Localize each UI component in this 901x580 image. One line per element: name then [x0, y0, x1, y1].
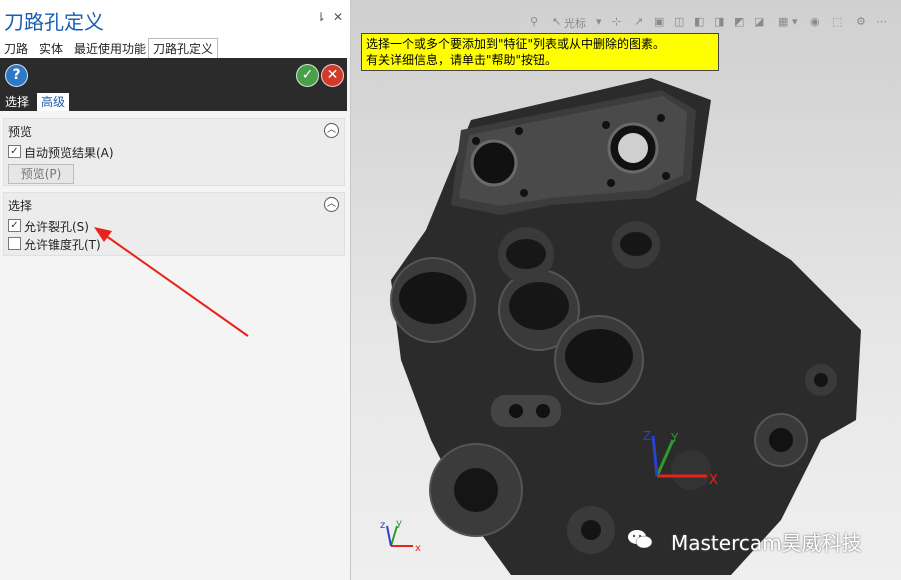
- action-bar: ? ✓ ✕: [0, 58, 347, 91]
- pin-icon[interactable]: ⇂: [316, 10, 326, 24]
- axis-y-label: Y: [670, 431, 679, 445]
- wechat-icon: [628, 530, 653, 549]
- feature-manager-panel: 刀路孔定义 ⇂ ✕ 刀路 实体 最近使用功能 刀路孔定义 ? ✓ ✕ 选择 高级…: [0, 0, 351, 580]
- allow-tapered-holes-checkbox[interactable]: [8, 237, 21, 250]
- allow-split-holes-checkbox[interactable]: ✓: [8, 219, 21, 232]
- mini-axis-z-label: z: [380, 520, 385, 531]
- tab-recent-functions[interactable]: 最近使用功能: [74, 40, 146, 57]
- panel-title: 刀路孔定义: [4, 10, 104, 34]
- sub-tabs: 选择 高级: [0, 91, 347, 111]
- mini-axis-x-label: x: [415, 543, 421, 554]
- watermark-text: Mastercam昊威科技: [671, 531, 862, 555]
- panel-tabs: 刀路 实体 最近使用功能 刀路孔定义: [0, 38, 350, 58]
- panel-titlebar: 刀路孔定义 ⇂ ✕: [0, 0, 350, 38]
- mini-axis-y-label: y: [396, 518, 402, 529]
- tab-toolpaths[interactable]: 刀路: [4, 40, 28, 57]
- collapse-selection-icon[interactable]: ︿: [324, 197, 339, 212]
- tab-advanced[interactable]: 高级: [37, 93, 70, 111]
- cancel-button[interactable]: ✕: [321, 64, 344, 87]
- auto-preview-label: 自动预览结果(A): [24, 146, 114, 160]
- collapse-preview-icon[interactable]: ︿: [324, 123, 339, 138]
- selection-section: 选择 ︿ ✓ 允许裂孔(S) 允许锥度孔(T): [3, 192, 345, 256]
- axis-z-label: Z: [643, 429, 651, 443]
- ok-button[interactable]: ✓: [296, 64, 319, 87]
- allow-tapered-holes-label: 允许锥度孔(T): [24, 238, 101, 252]
- preview-section-title: 预览: [8, 125, 33, 139]
- preview-button[interactable]: 预览(P): [8, 164, 74, 184]
- tab-selection[interactable]: 选择: [5, 93, 29, 110]
- part-model-graphic[interactable]: X Y Z x y z: [351, 0, 901, 580]
- preview-section: 预览 ︿ ✓ 自动预览结果(A) 预览(P): [3, 118, 345, 186]
- selection-section-title: 选择: [8, 199, 33, 213]
- allow-split-holes-label: 允许裂孔(S): [24, 220, 89, 234]
- tab-toolpath-hole-definition[interactable]: 刀路孔定义: [148, 38, 219, 58]
- close-icon[interactable]: ✕: [333, 10, 343, 24]
- axis-x-label: X: [709, 473, 718, 488]
- auto-preview-checkbox[interactable]: ✓: [8, 145, 21, 158]
- help-icon[interactable]: ?: [5, 64, 28, 87]
- graphics-viewport[interactable]: ⚲ ↖ 光标 ▾ ⊹ ↗ ▣ ◫ ◧ ◨ ◩ ◪ ▦ ▾ ◉ ⬚ ⚙ ⋯ 选择一…: [351, 0, 901, 580]
- tab-solids[interactable]: 实体: [39, 40, 63, 57]
